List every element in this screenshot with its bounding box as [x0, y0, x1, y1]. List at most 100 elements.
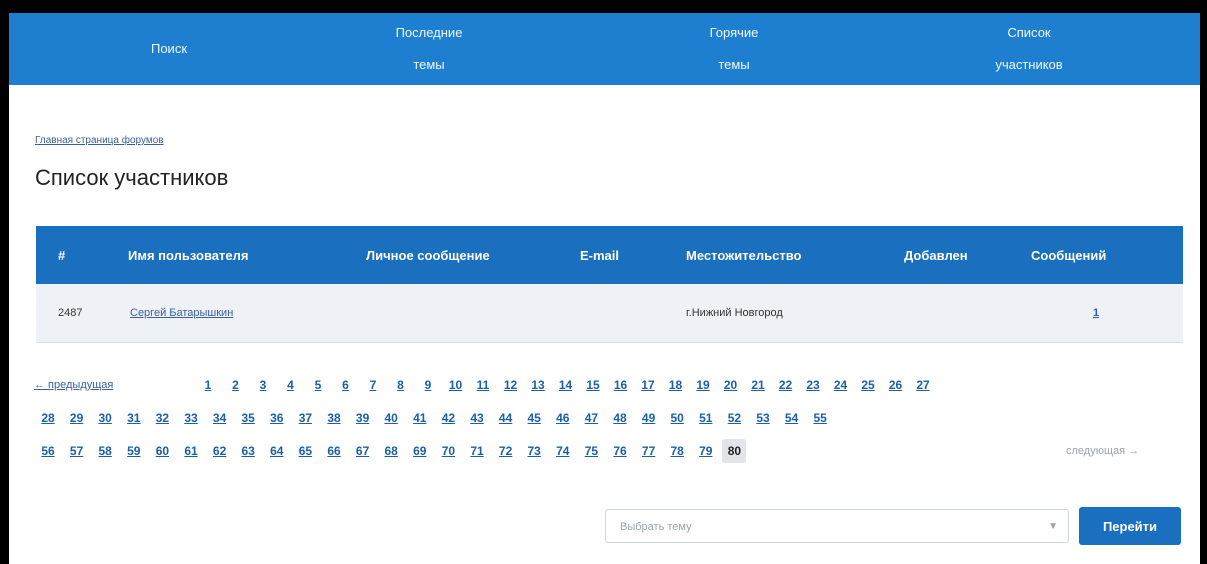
page-link-71[interactable]: 71 — [465, 439, 489, 463]
topic-select[interactable]: Выбрать тему ▼ — [605, 509, 1069, 543]
page-link-54[interactable]: 54 — [780, 406, 804, 430]
table-row: 2487 Сергей Батарышкин г.Нижний Новгород… — [36, 284, 1183, 343]
page-link-40[interactable]: 40 — [379, 406, 403, 430]
page-link-51[interactable]: 51 — [694, 406, 718, 430]
page-link-36[interactable]: 36 — [265, 406, 289, 430]
page-link-74[interactable]: 74 — [551, 439, 575, 463]
page-link-75[interactable]: 75 — [579, 439, 603, 463]
page-link-9[interactable]: 9 — [416, 373, 440, 397]
prev-page-link[interactable]: ← предыдущая — [34, 373, 144, 397]
page-link-32[interactable]: 32 — [150, 406, 174, 430]
go-button[interactable]: Перейти — [1079, 507, 1181, 545]
page-link-21[interactable]: 21 — [746, 373, 770, 397]
page-link-79[interactable]: 79 — [694, 439, 718, 463]
column-header-joined[interactable]: Добавлен — [904, 226, 968, 284]
page-link-68[interactable]: 68 — [379, 439, 403, 463]
page-link-52[interactable]: 52 — [722, 406, 746, 430]
page-link-41[interactable]: 41 — [408, 406, 432, 430]
nav-recent-topics[interactable]: Последние темы — [354, 13, 504, 85]
page-link-69[interactable]: 69 — [408, 439, 432, 463]
page-link-46[interactable]: 46 — [551, 406, 575, 430]
page-link-43[interactable]: 43 — [465, 406, 489, 430]
column-header-email[interactable]: E-mail — [580, 226, 619, 284]
page-link-18[interactable]: 18 — [664, 373, 688, 397]
page-link-72[interactable]: 72 — [494, 439, 518, 463]
page-link-8[interactable]: 8 — [389, 373, 413, 397]
column-header-username[interactable]: Имя пользователя — [128, 226, 248, 284]
nav-member-list-line2: участников — [995, 57, 1063, 72]
page-link-67[interactable]: 67 — [351, 439, 375, 463]
page-link-33[interactable]: 33 — [179, 406, 203, 430]
breadcrumb-home-link[interactable]: Главная страница форумов — [35, 135, 164, 146]
page-link-24[interactable]: 24 — [829, 373, 853, 397]
page-link-20[interactable]: 20 — [719, 373, 743, 397]
page-link-25[interactable]: 25 — [856, 373, 880, 397]
page-link-78[interactable]: 78 — [665, 439, 689, 463]
page-link-77[interactable]: 77 — [637, 439, 661, 463]
page-link-61[interactable]: 61 — [179, 439, 203, 463]
page-link-19[interactable]: 19 — [691, 373, 715, 397]
page-link-23[interactable]: 23 — [801, 373, 825, 397]
page-link-48[interactable]: 48 — [608, 406, 632, 430]
column-header-number[interactable]: # — [58, 226, 65, 284]
page-title: Список участников — [35, 165, 229, 190]
page-link-28[interactable]: 28 — [36, 406, 60, 430]
page-link-59[interactable]: 59 — [122, 439, 146, 463]
page-link-49[interactable]: 49 — [637, 406, 661, 430]
page-link-73[interactable]: 73 — [522, 439, 546, 463]
page-link-30[interactable]: 30 — [93, 406, 117, 430]
page-link-17[interactable]: 17 — [636, 373, 660, 397]
page-link-60[interactable]: 60 — [150, 439, 174, 463]
page-link-26[interactable]: 26 — [884, 373, 908, 397]
page-link-11[interactable]: 11 — [471, 373, 495, 397]
page-link-13[interactable]: 13 — [526, 373, 550, 397]
page-link-35[interactable]: 35 — [236, 406, 260, 430]
nav-hot-topics[interactable]: Горячие темы — [659, 13, 809, 85]
member-username-link[interactable]: Сергей Батарышкин — [130, 284, 233, 342]
nav-search[interactable]: Поиск — [94, 13, 244, 85]
page-link-10[interactable]: 10 — [444, 373, 468, 397]
page-link-44[interactable]: 44 — [494, 406, 518, 430]
page-link-16[interactable]: 16 — [609, 373, 633, 397]
page-link-76[interactable]: 76 — [608, 439, 632, 463]
page-link-45[interactable]: 45 — [522, 406, 546, 430]
page-link-50[interactable]: 50 — [665, 406, 689, 430]
page-link-14[interactable]: 14 — [554, 373, 578, 397]
column-header-private-message[interactable]: Личное сообщение — [366, 226, 490, 284]
page-link-4[interactable]: 4 — [279, 373, 303, 397]
page-link-1[interactable]: 1 — [196, 373, 220, 397]
page-link-7[interactable]: 7 — [361, 373, 385, 397]
chevron-down-icon: ▼ — [1048, 521, 1058, 532]
page-link-65[interactable]: 65 — [293, 439, 317, 463]
page-link-22[interactable]: 22 — [774, 373, 798, 397]
page-link-66[interactable]: 66 — [322, 439, 346, 463]
page-link-38[interactable]: 38 — [322, 406, 346, 430]
nav-member-list[interactable]: Список участников — [954, 13, 1104, 85]
page-link-27[interactable]: 27 — [911, 373, 935, 397]
page-link-6[interactable]: 6 — [334, 373, 358, 397]
page-link-31[interactable]: 31 — [122, 406, 146, 430]
page-link-70[interactable]: 70 — [436, 439, 460, 463]
page-link-34[interactable]: 34 — [208, 406, 232, 430]
page-link-15[interactable]: 15 — [581, 373, 605, 397]
page-link-53[interactable]: 53 — [751, 406, 775, 430]
page-link-58[interactable]: 58 — [93, 439, 117, 463]
page-link-57[interactable]: 57 — [65, 439, 89, 463]
page-link-2[interactable]: 2 — [224, 373, 248, 397]
page-link-37[interactable]: 37 — [293, 406, 317, 430]
page-link-64[interactable]: 64 — [265, 439, 289, 463]
page-link-12[interactable]: 12 — [499, 373, 523, 397]
page-link-56[interactable]: 56 — [36, 439, 60, 463]
member-posts-link[interactable]: 1 — [1093, 284, 1099, 342]
column-header-location[interactable]: Местожительство — [686, 226, 802, 284]
page-link-5[interactable]: 5 — [306, 373, 330, 397]
page-link-55[interactable]: 55 — [808, 406, 832, 430]
page-link-3[interactable]: 3 — [251, 373, 275, 397]
page-link-42[interactable]: 42 — [436, 406, 460, 430]
page-link-29[interactable]: 29 — [65, 406, 89, 430]
page-link-47[interactable]: 47 — [579, 406, 603, 430]
column-header-posts[interactable]: Сообщений — [1031, 226, 1106, 284]
page-link-63[interactable]: 63 — [236, 439, 260, 463]
page-link-39[interactable]: 39 — [351, 406, 375, 430]
page-link-62[interactable]: 62 — [208, 439, 232, 463]
